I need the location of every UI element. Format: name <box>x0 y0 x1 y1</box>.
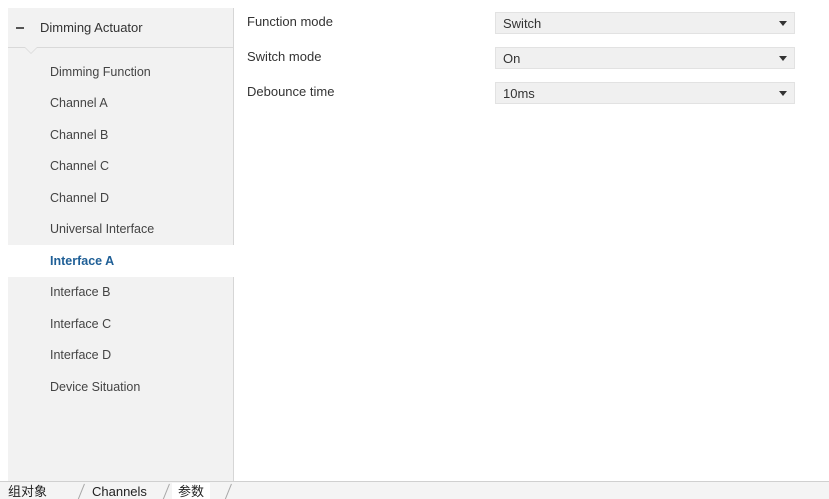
tab-channels[interactable]: Channels <box>92 483 147 499</box>
tree-item-interface-a[interactable]: Interface A <box>8 245 234 277</box>
param-row-switch-mode: Switch mode On <box>234 47 829 69</box>
bottom-tab-bar: 组对象 Channels 参数 <box>0 481 829 499</box>
debounce-time-label: Debounce time <box>247 84 335 99</box>
switch-mode-label: Switch mode <box>247 49 322 64</box>
param-row-debounce-time: Debounce time 10ms <box>234 82 829 104</box>
function-mode-label: Function mode <box>247 14 333 29</box>
tree-item-channel-c[interactable]: Channel C <box>8 151 233 183</box>
app-window: Dimming Actuator Dimming Function Channe… <box>0 0 829 499</box>
param-row-function-mode: Function mode Switch <box>234 12 829 34</box>
tree-item-channel-b[interactable]: Channel B <box>8 119 233 151</box>
debounce-time-value: 10ms <box>503 85 535 101</box>
tree-list: Dimming Function Channel A Channel B Cha… <box>8 48 234 403</box>
tree-item-interface-b[interactable]: Interface B <box>8 277 233 309</box>
tab-parameters[interactable]: 参数 <box>172 483 211 499</box>
caret-down-icon[interactable] <box>779 91 787 96</box>
tab-group-objects[interactable]: 组对象 <box>8 483 47 499</box>
caret-down-icon[interactable] <box>779 21 787 26</box>
caret-down-icon[interactable] <box>779 56 787 61</box>
tree-root-label: Dimming Actuator <box>40 20 143 35</box>
tree-item-universal-interface[interactable]: Universal Interface <box>8 214 233 246</box>
function-mode-select[interactable]: Switch <box>495 12 795 34</box>
tree-item-interface-d[interactable]: Interface D <box>8 340 233 372</box>
tree-item-interface-c[interactable]: Interface C <box>8 308 233 340</box>
tree-item-channel-d[interactable]: Channel D <box>8 182 233 214</box>
tree-notch-inner-decoration <box>25 47 37 53</box>
function-mode-value: Switch <box>503 15 542 31</box>
tab-separator <box>75 483 85 499</box>
tree-root-dimming-actuator[interactable]: Dimming Actuator <box>8 8 233 54</box>
tree-item-channel-a[interactable]: Channel A <box>8 88 233 120</box>
tab-separator <box>222 483 232 499</box>
tree-item-device-situation[interactable]: Device Situation <box>8 371 233 403</box>
tree-item-dimming-function[interactable]: Dimming Function <box>8 56 233 88</box>
parameter-panel: Function mode Switch Switch mode On Debo… <box>234 8 829 481</box>
tab-separator <box>160 483 170 499</box>
minus-icon[interactable] <box>16 26 40 29</box>
switch-mode-value: On <box>503 50 521 66</box>
debounce-time-select[interactable]: 10ms <box>495 82 795 104</box>
parameter-tree: Dimming Actuator Dimming Function Channe… <box>8 8 234 481</box>
switch-mode-select[interactable]: On <box>495 47 795 69</box>
